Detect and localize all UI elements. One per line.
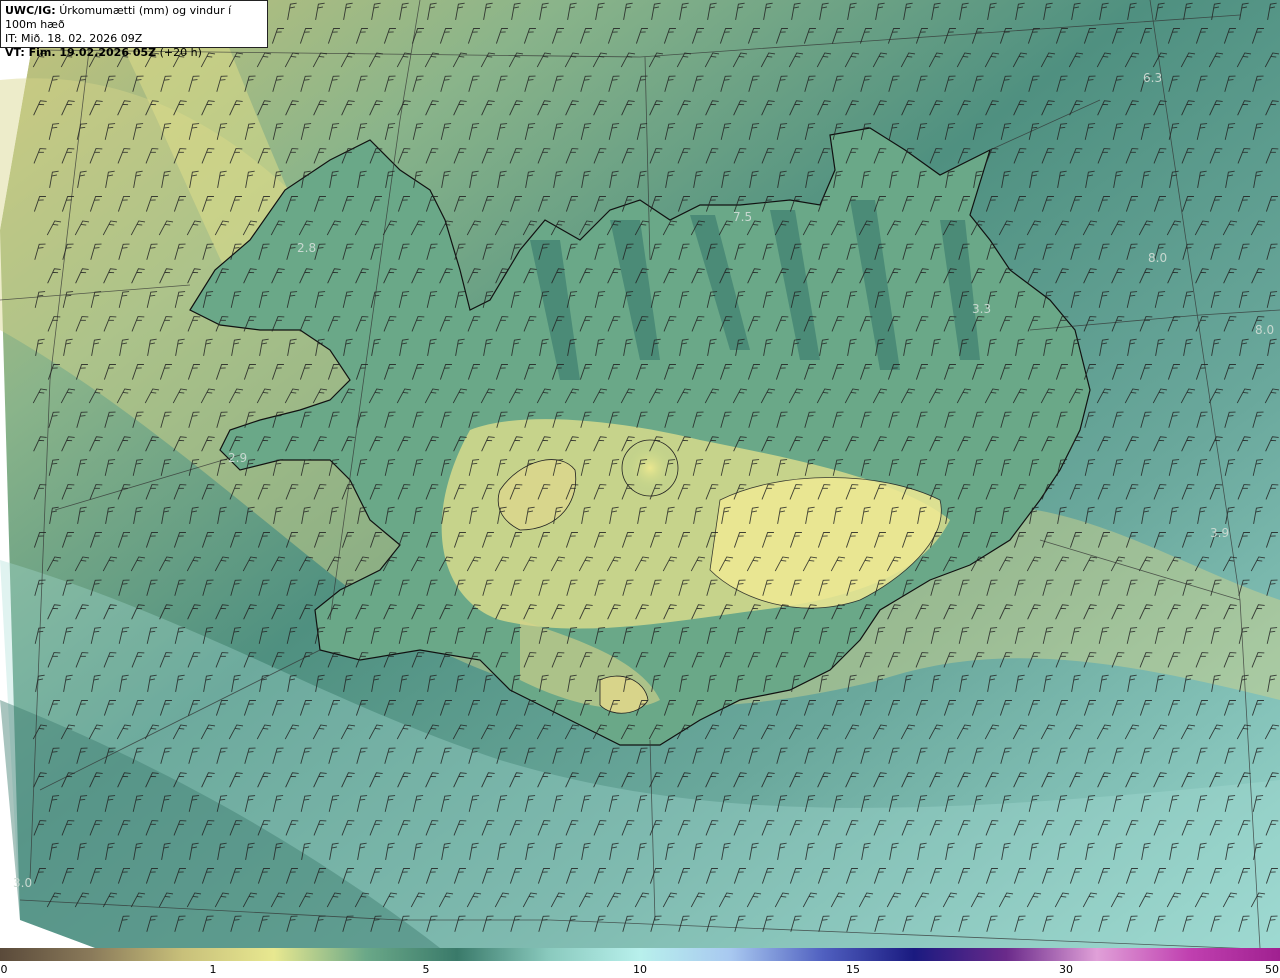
colorbar-tick: 1 (209, 963, 217, 976)
map-value-label: 2.9 (228, 451, 247, 465)
map-header: UWC/IG: Úrkomumætti (mm) og vindur í 100… (0, 0, 268, 59)
precipitation-map: 6.3 7.5 2.8 8.0 3.3 2.9 3.9 3.0 8.0 (0, 0, 1280, 948)
colorbar-strip (0, 948, 1280, 961)
colorbar: 0 1 5 10 15 30 50 (0, 948, 1280, 978)
colorbar-tick: 30 (1059, 963, 1073, 976)
initial-time: IT: Mið. 18. 02. 2026 09Z (5, 32, 143, 45)
colorbar-tick: 0 (0, 963, 8, 976)
map-value-label: 3.3 (972, 302, 991, 316)
map-value-label: 2.8 (297, 241, 316, 255)
map-value-label: 8.0 (1148, 251, 1167, 265)
colorbar-tick: 10 (633, 963, 647, 976)
model-label: UWC/IG: (5, 4, 56, 17)
map-value-label: 3.9 (1210, 526, 1229, 540)
map-value-label: 7.5 (733, 210, 752, 224)
colorbar-tick: 5 (422, 963, 430, 976)
lead-time: (+20 h) (159, 46, 202, 59)
colorbar-tick: 50 (1265, 963, 1279, 976)
map-value-label: 8.0 (1255, 323, 1274, 337)
colorbar-tick: 15 (846, 963, 860, 976)
map-value-label: 3.0 (13, 876, 32, 890)
map-value-label: 6.3 (1143, 71, 1162, 85)
valid-time: VT: Fim. 19.02.2026 05Z (5, 46, 157, 59)
glacier-outline (621, 439, 679, 497)
